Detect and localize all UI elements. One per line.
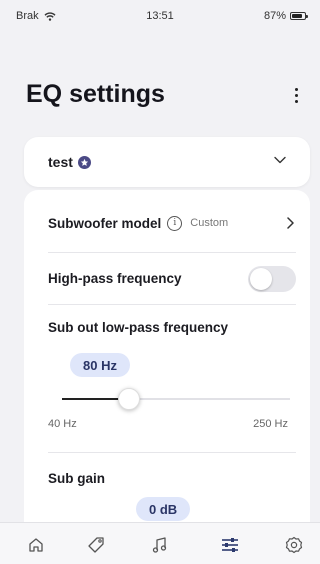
more-options-button[interactable] — [286, 82, 306, 108]
low-pass-slider[interactable] — [62, 388, 290, 410]
preset-selector[interactable]: test — [24, 137, 310, 187]
more-dot — [294, 99, 298, 103]
high-pass-label: High-pass frequency — [48, 270, 182, 286]
more-dot — [294, 93, 298, 97]
subwoofer-model-label: Subwoofer model — [48, 215, 162, 231]
battery-fill — [292, 14, 303, 18]
nav-music[interactable] — [148, 533, 172, 557]
home-icon — [29, 538, 43, 552]
eq-settings-panel: Subwoofer model i Custom High-pass frequ… — [24, 190, 310, 530]
battery-status: 87% — [263, 10, 308, 22]
sub-gain-label: Sub gain — [48, 471, 105, 486]
music-icon — [152, 537, 167, 553]
toggle-knob — [250, 268, 272, 290]
low-pass-value-pill: 80 Hz — [70, 353, 130, 377]
nav-tag[interactable] — [84, 533, 108, 557]
divider — [48, 304, 296, 305]
status-bar: Brak 13:51 87% — [0, 0, 320, 30]
low-pass-label: Sub out low-pass frequency — [48, 320, 229, 335]
sub-gain-value-pill: 0 dB — [136, 497, 191, 521]
preset-star-icon — [77, 155, 91, 169]
chevron-right-icon — [287, 217, 294, 229]
nav-settings[interactable] — [282, 533, 306, 557]
nav-eq[interactable] — [218, 533, 242, 557]
sliders-icon — [222, 538, 238, 552]
page-title: EQ settings — [26, 80, 165, 108]
nav-home[interactable] — [24, 533, 48, 557]
high-pass-row: High-pass frequency — [48, 266, 296, 292]
slider-min-label: 40 Hz — [48, 418, 77, 430]
divider — [48, 452, 296, 453]
slider-thumb[interactable] — [118, 388, 141, 410]
chevron-down-icon — [274, 156, 286, 164]
settings-icon — [285, 536, 303, 554]
preset-name: test — [48, 154, 91, 170]
battery-percent: 87% — [263, 10, 286, 22]
subwoofer-model-value: Custom — [190, 217, 229, 229]
high-pass-toggle[interactable] — [248, 266, 296, 292]
preset-name-label: test — [48, 154, 73, 170]
info-icon[interactable]: i — [167, 215, 183, 231]
tag-icon — [88, 537, 104, 553]
battery-icon — [290, 12, 308, 20]
more-dot — [294, 87, 298, 91]
subwoofer-model-row[interactable]: Subwoofer model i Custom — [48, 212, 296, 234]
slider-max-label: 250 Hz — [253, 418, 288, 430]
divider — [48, 252, 296, 253]
bottom-nav — [0, 522, 320, 564]
